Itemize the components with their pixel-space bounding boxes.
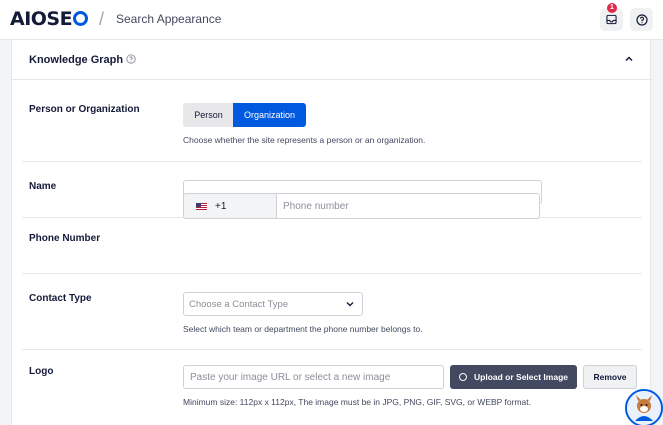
- chevron-down-icon: [346, 302, 354, 307]
- mascot-icon: [627, 391, 661, 425]
- upload-button-label: Upload or Select Image: [474, 372, 568, 382]
- help-tooltip-icon[interactable]: [126, 54, 136, 64]
- remove-image-button[interactable]: Remove: [583, 365, 637, 389]
- person-or-organization-help: Choose whether the site represents a per…: [183, 135, 426, 145]
- country-code: +1: [215, 200, 227, 212]
- contact-type-label: Contact Type: [29, 293, 92, 304]
- knowledge-graph-card: Knowledge Graph Person or Organization P…: [11, 40, 652, 425]
- person-toggle[interactable]: Person: [183, 103, 234, 127]
- help-button[interactable]: [630, 8, 653, 31]
- question-circle-icon: [635, 13, 648, 26]
- organization-toggle[interactable]: Organization: [233, 103, 306, 127]
- logo-url-input[interactable]: Paste your image URL or select a new ima…: [183, 365, 444, 389]
- divider: [22, 349, 642, 350]
- aioseo-logo[interactable]: AIOSE: [10, 8, 89, 30]
- logo-gear-icon: [73, 11, 89, 26]
- logo-label: Logo: [29, 366, 54, 377]
- add-circle-icon: [459, 373, 467, 381]
- country-code-selector[interactable]: +1: [183, 193, 277, 219]
- notification-badge: 1: [607, 3, 617, 13]
- card-header: Knowledge Graph: [12, 40, 652, 80]
- breadcrumb-separator: /: [99, 9, 105, 29]
- upload-image-button[interactable]: Upload or Select Image: [450, 365, 577, 389]
- card-title: Knowledge Graph: [29, 54, 124, 66]
- name-label: Name: [29, 181, 57, 192]
- contact-type-help: Select which team or department the phon…: [183, 324, 423, 334]
- logo-help: Minimum size: 112px x 112px, The image m…: [183, 397, 531, 407]
- us-flag-icon: [196, 202, 207, 210]
- chevron-up-icon[interactable]: [624, 54, 634, 64]
- phone-number-input[interactable]: Phone number: [276, 193, 540, 219]
- top-bar: AIOSE / Search Appearance 1: [0, 0, 663, 40]
- divider: [22, 273, 642, 274]
- contact-type-select[interactable]: Choose a Contact Type: [183, 292, 363, 316]
- person-or-organization-label: Person or Organization: [29, 104, 140, 115]
- page-title: Search Appearance: [116, 12, 222, 26]
- inbox-icon: [606, 14, 617, 25]
- divider: [22, 161, 642, 162]
- assistant-mascot-button[interactable]: [625, 389, 663, 425]
- phone-number-label: Phone Number: [29, 233, 101, 244]
- contact-type-placeholder: Choose a Contact Type: [189, 298, 289, 310]
